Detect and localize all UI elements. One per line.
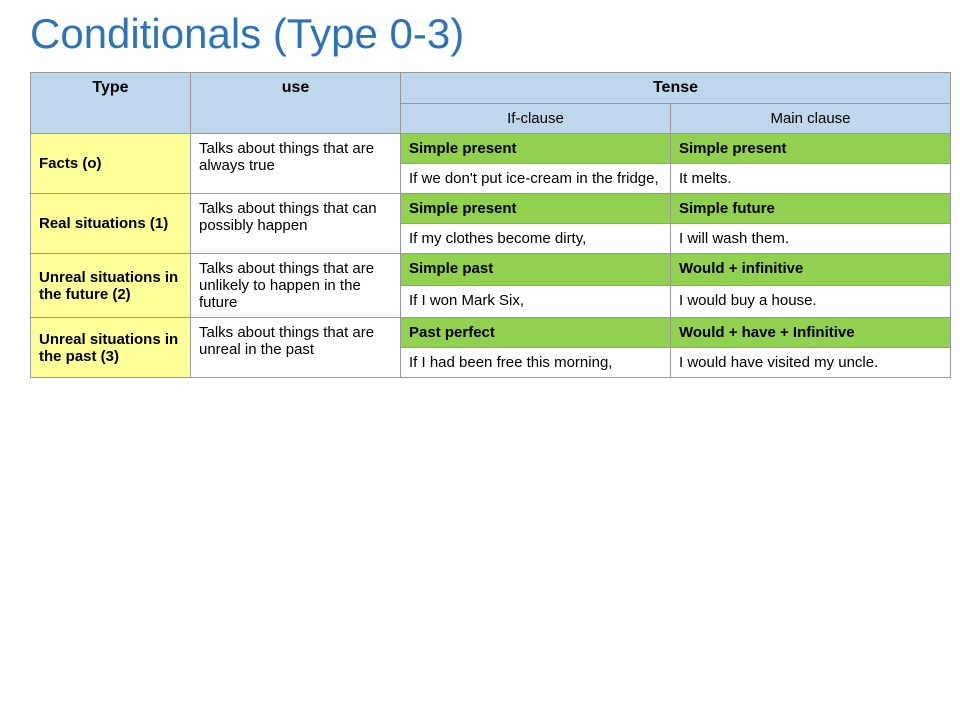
cell-main-example-1: I will wash them.: [671, 224, 951, 254]
table-row-1: Real situations (1)Talks about things th…: [31, 194, 951, 224]
cell-type-2: Unreal situations in the future (2): [31, 254, 191, 318]
cell-main-label-0: Simple present: [671, 134, 951, 164]
table-header-row-1: Type use Tense: [31, 73, 951, 104]
table-row-2: Unreal situations in the future (2)Talks…: [31, 254, 951, 286]
cell-main-label-1: Simple future: [671, 194, 951, 224]
cell-use-2: Talks about things that are unlikely to …: [191, 254, 401, 318]
conditionals-table: Type use Tense If-clause Main clause Fac…: [30, 72, 951, 378]
cell-if-label-3: Past perfect: [401, 318, 671, 348]
cell-if-example-1: If my clothes become dirty,: [401, 224, 671, 254]
col-header-main-clause: Main clause: [671, 104, 951, 134]
cell-use-0: Talks about things that are always true: [191, 134, 401, 194]
cell-if-label-0: Simple present: [401, 134, 671, 164]
cell-main-label-2: Would + infinitive: [671, 254, 951, 286]
cell-type-0: Facts (o): [31, 134, 191, 194]
cell-type-3: Unreal situations in the past (3): [31, 318, 191, 378]
cell-type-1: Real situations (1): [31, 194, 191, 254]
cell-if-label-2: Simple past: [401, 254, 671, 286]
cell-if-example-2: If I won Mark Six,: [401, 286, 671, 318]
page-title: Conditionals (Type 0-3): [20, 10, 940, 58]
cell-use-3: Talks about things that are unreal in th…: [191, 318, 401, 378]
col-header-type: Type: [31, 73, 191, 134]
cell-if-example-0: If we don't put ice-cream in the fridge,: [401, 164, 671, 194]
col-header-if-clause: If-clause: [401, 104, 671, 134]
cell-main-example-2: I would buy a house.: [671, 286, 951, 318]
table-row-0: Facts (o)Talks about things that are alw…: [31, 134, 951, 164]
cell-use-1: Talks about things that can possibly hap…: [191, 194, 401, 254]
table-row-3: Unreal situations in the past (3)Talks a…: [31, 318, 951, 348]
col-header-tense: Tense: [401, 73, 951, 104]
cell-main-example-0: It melts.: [671, 164, 951, 194]
cell-main-label-3: Would + have + Infinitive: [671, 318, 951, 348]
col-header-use: use: [191, 73, 401, 134]
cell-if-example-3: If I had been free this morning,: [401, 348, 671, 378]
cell-if-label-1: Simple present: [401, 194, 671, 224]
cell-main-example-3: I would have visited my uncle.: [671, 348, 951, 378]
